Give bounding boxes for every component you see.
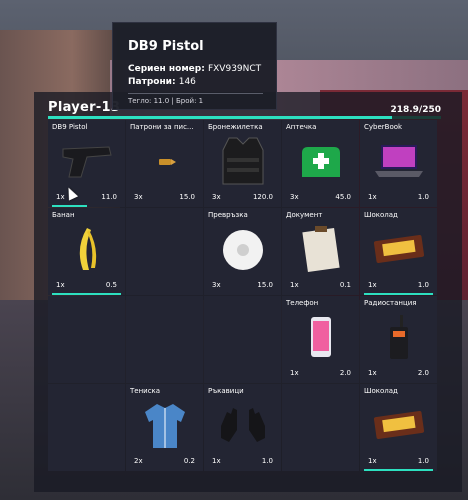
inventory-slot-1[interactable]: DB9 Pistol 1x 11.0: [48, 120, 125, 207]
item-quantity: 2x: [134, 457, 143, 465]
ammo-value: 146: [178, 77, 196, 87]
durability-bar: [364, 469, 433, 471]
player-name: Player-13: [48, 100, 121, 115]
item-weight: 15.0: [179, 193, 195, 201]
inventory-slot-14[interactable]: Телефон 1x 2.0: [282, 296, 359, 383]
item-weight: 1.0: [261, 457, 273, 465]
item-weight: 2.0: [339, 369, 351, 377]
item-weight: 1.0: [417, 281, 429, 289]
inventory-slot-6[interactable]: Банан 1x 0.5: [48, 208, 125, 295]
item-name: Шоколад: [364, 211, 398, 219]
item-weight: 0.2: [183, 457, 195, 465]
durability-bar: [364, 293, 433, 295]
item-weight: 45.0: [335, 193, 351, 201]
item-quantity: 1x: [212, 457, 221, 465]
pistol-icon: [48, 134, 125, 188]
item-quantity: 1x: [56, 281, 65, 289]
inventory-slot-2[interactable]: Патрони за пис... 3x 15.0: [126, 120, 203, 207]
item-name: DB9 Pistol: [52, 123, 88, 131]
item-name: Аптечка: [286, 123, 317, 131]
phone-icon: [282, 310, 359, 364]
item-quantity: 1x: [290, 281, 299, 289]
inventory-slot-5[interactable]: CyberBook 1x 1.0: [360, 120, 437, 207]
inventory-slot-4[interactable]: Аптечка 3x 45.0: [282, 120, 359, 207]
radio-icon: [360, 310, 437, 364]
laptop-icon: [360, 134, 437, 188]
item-name: Радиостанция: [364, 299, 417, 307]
empty-slot-11[interactable]: [48, 296, 125, 383]
item-quantity: 3x: [212, 193, 221, 201]
tooltip-serial: Сериен номер: FXV939NCT: [128, 64, 261, 74]
item-name: Бронежилетка: [208, 123, 263, 131]
item-weight: 2.0: [417, 369, 429, 377]
item-name: Банан: [52, 211, 75, 219]
item-quantity: 3x: [212, 281, 221, 289]
serial-value: FXV939NCT: [207, 64, 262, 74]
bullet-icon: [126, 134, 203, 188]
item-quantity: 3x: [134, 193, 143, 201]
item-weight: 0.1: [339, 281, 351, 289]
inventory-grid: DB9 Pistol 1x 11.0 Патрони за пис... 3x 15.0 Б…: [48, 120, 438, 484]
bandage-icon: [204, 222, 281, 276]
item-weight: 120.0: [252, 193, 273, 201]
inventory-slot-20[interactable]: Шоколад 1x 1.0: [360, 384, 437, 471]
item-quantity: 1x: [56, 193, 65, 201]
empty-slot-12[interactable]: [126, 296, 203, 383]
item-quantity: 3x: [290, 193, 299, 201]
medkit-icon: [282, 134, 359, 188]
gloves-icon: [204, 398, 281, 452]
tooltip-divider: [128, 93, 263, 94]
item-quantity: 1x: [290, 369, 299, 377]
item-quantity: 1x: [368, 193, 377, 201]
inventory-slot-3[interactable]: Бронежилетка 3x 120.0: [204, 120, 281, 207]
tooltip-ammo: Патрони: 146: [128, 77, 196, 87]
empty-slot-19[interactable]: [282, 384, 359, 471]
item-name: Тениска: [130, 387, 161, 395]
item-name: Шоколад: [364, 387, 398, 395]
weight-bar: [48, 116, 441, 119]
vest-icon: [204, 134, 281, 188]
durability-bar: [52, 205, 87, 207]
item-weight: 0.5: [105, 281, 117, 289]
ammo-label: Патрони:: [128, 77, 176, 87]
durability-bar: [52, 293, 121, 295]
empty-slot-7[interactable]: [126, 208, 203, 295]
weight-readout: 218.9/250: [390, 105, 441, 115]
item-name: Ръкавици: [208, 387, 244, 395]
document-icon: [282, 222, 359, 276]
item-tooltip: DB9 Pistol Сериен номер: FXV939NCT Патро…: [112, 22, 277, 110]
item-quantity: 1x: [368, 281, 377, 289]
inventory-panel: Player-13 218.9/250 DB9 Pistol 1x 11.0 Патр…: [34, 92, 462, 492]
inventory-slot-9[interactable]: Документ 1x 0.1: [282, 208, 359, 295]
tooltip-title: DB9 Pistol: [128, 39, 204, 54]
item-quantity: 1x: [368, 369, 377, 377]
tooltip-footer: Тегло: 11.0 | Брой: 1: [128, 97, 204, 105]
serial-label: Сериен номер:: [128, 64, 205, 74]
item-weight: 1.0: [417, 457, 429, 465]
inventory-slot-17[interactable]: Тениска 2x 0.2: [126, 384, 203, 471]
banana-icon: [48, 222, 125, 276]
shirt-icon: [126, 398, 203, 452]
item-name: Телефон: [286, 299, 319, 307]
item-weight: 11.0: [101, 193, 117, 201]
item-quantity: 1x: [368, 457, 377, 465]
empty-slot-16[interactable]: [48, 384, 125, 471]
item-weight: 15.0: [257, 281, 273, 289]
inventory-slot-18[interactable]: Ръкавици 1x 1.0: [204, 384, 281, 471]
item-name: Документ: [286, 211, 323, 219]
chocolate-icon: [360, 222, 437, 276]
chocolate-icon: [360, 398, 437, 452]
inventory-slot-10[interactable]: Шоколад 1x 1.0: [360, 208, 437, 295]
empty-slot-13[interactable]: [204, 296, 281, 383]
inventory-slot-15[interactable]: Радиостанция 1x 2.0: [360, 296, 437, 383]
item-name: Превръзка: [208, 211, 248, 219]
item-name: CyberBook: [364, 123, 403, 131]
item-weight: 1.0: [417, 193, 429, 201]
item-name: Патрони за пис...: [130, 123, 194, 131]
inventory-slot-8[interactable]: Превръзка 3x 15.0: [204, 208, 281, 295]
